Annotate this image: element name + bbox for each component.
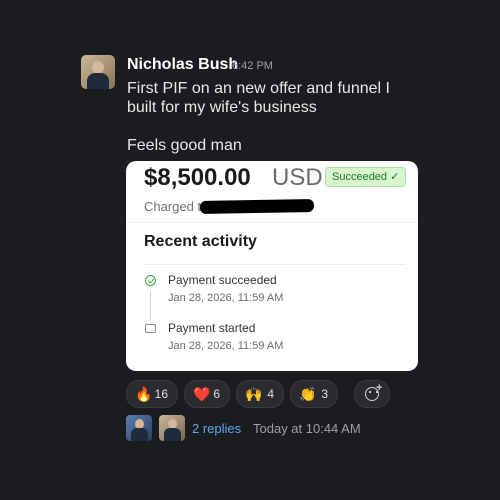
last-reply-time: Today at 10:44 AM — [253, 421, 361, 436]
avatar-suit — [164, 428, 181, 441]
payment-screenshot-card[interactable]: $8,500.00 USD Succeeded ✓ Charged t Rece… — [126, 161, 418, 371]
reaction-raised-hands[interactable]: 🙌 4 — [236, 380, 284, 408]
reaction-clapping-hands[interactable]: 👏 3 — [290, 380, 338, 408]
reply-avatar[interactable] — [126, 415, 152, 441]
message-text-second: Feels good man — [127, 137, 242, 154]
thread-replies-link[interactable]: 2 replies — [192, 421, 241, 436]
reaction-count: 16 — [154, 387, 168, 401]
author-name[interactable]: Nicholas Bush — [127, 56, 238, 74]
reaction-fire[interactable]: 🔥 16 — [126, 380, 178, 408]
reaction-heart[interactable]: ❤️ 6 — [184, 380, 230, 408]
event-title-started: Payment started — [168, 321, 256, 335]
message-text: First PIF on an new offer and funnel I b… — [127, 80, 390, 116]
avatar-suit — [131, 428, 148, 441]
event-date-succeeded: Jan 28, 2026, 11:59 AM — [168, 292, 284, 304]
charged-label: Charged t — [144, 199, 202, 214]
add-reaction-button[interactable]: + — [354, 380, 390, 408]
payment-currency: USD — [272, 164, 323, 191]
event-date-started: Jan 28, 2026, 11:59 AM — [168, 340, 284, 352]
plus-icon: + — [376, 382, 383, 394]
payment-amount: $8,500.00 — [144, 164, 251, 191]
reaction-count: 4 — [267, 387, 274, 401]
redaction-mark — [199, 199, 315, 214]
event-title-succeeded: Payment succeeded — [168, 273, 277, 287]
timeline-connector — [150, 291, 151, 321]
heart-icon: ❤️ — [193, 386, 211, 402]
card-icon — [145, 324, 156, 333]
recent-activity-title: Recent activity — [144, 233, 257, 250]
reply-avatar[interactable] — [159, 415, 185, 441]
author-avatar[interactable] — [81, 55, 115, 89]
avatar-suit — [87, 73, 109, 89]
reaction-count: 6 — [213, 387, 220, 401]
clapping-hands-icon: 👏 — [299, 386, 317, 402]
divider — [126, 222, 418, 223]
check-circle-icon — [145, 275, 156, 286]
raised-hands-icon: 🙌 — [245, 386, 263, 402]
divider — [144, 264, 406, 265]
status-badge: Succeeded ✓ — [325, 167, 407, 187]
message-timestamp[interactable]: 6:42 PM — [232, 60, 273, 72]
reaction-count: 3 — [321, 387, 328, 401]
fire-icon: 🔥 — [135, 386, 153, 402]
